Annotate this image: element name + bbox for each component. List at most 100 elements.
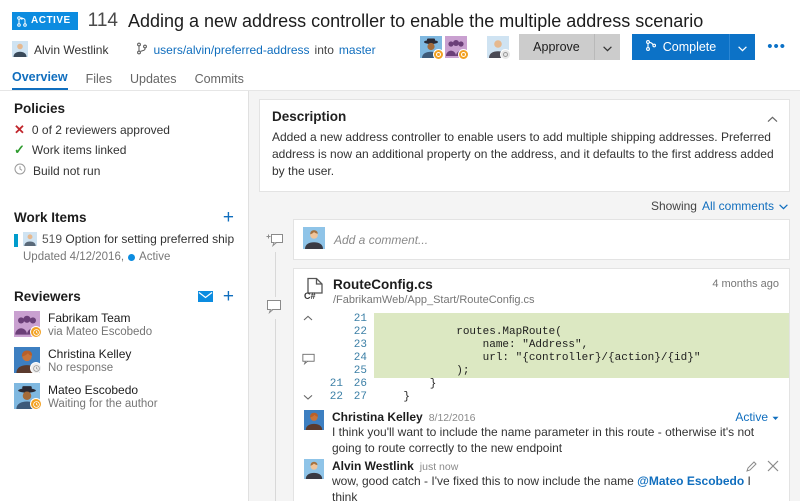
file-header: C# RouteConfig.cs /FabrikamWeb/App_Start… (294, 269, 789, 313)
reviewer-row-christina-kelley[interactable]: Christina Kelley No response (14, 347, 234, 375)
pending-badge (458, 49, 469, 60)
status-badge-label: ACTIVE (31, 15, 71, 27)
caret-down-icon (772, 410, 779, 424)
diff-code: name: "Address", (374, 339, 789, 352)
chevron-down-icon (738, 40, 747, 55)
approve-button[interactable]: Approve (519, 34, 594, 60)
diff-code: url: "{controller}/{action}/{id}" (374, 352, 789, 365)
comment-tools (745, 460, 779, 476)
tab-overview[interactable]: Overview (12, 70, 68, 90)
diff-old-line (322, 352, 348, 365)
status-badge: ACTIVE (12, 12, 78, 30)
target-branch-link[interactable]: master (339, 43, 376, 57)
diff-gutter (294, 365, 322, 378)
add-reviewer-button[interactable]: + (223, 290, 234, 304)
approve-dropdown-button[interactable] (594, 34, 620, 60)
diff-new-line: 22 (348, 326, 374, 339)
expand-down-icon[interactable] (294, 391, 322, 404)
diff-code: routes.MapRoute( (374, 326, 789, 339)
reviewers-header: Reviewers + (14, 289, 234, 304)
complete-button-label: Complete (663, 40, 717, 54)
tab-commits[interactable]: Commits (195, 72, 244, 90)
add-work-item-button[interactable]: + (223, 211, 234, 225)
diff-row: 21 (294, 313, 789, 326)
code-diff: 21 22 routes.MapRoute( (294, 313, 789, 404)
expand-up-icon[interactable] (294, 313, 322, 326)
discussion-area: Add a comment... C# (259, 219, 790, 501)
comment-item: Alvin Westlink just now wow, good catch … (304, 459, 779, 501)
pr-body: Policies ✕ 0 of 2 reviewers approved ✓ W… (0, 91, 800, 501)
diff-row: 24 url: "{controller}/{action}/{id}" (294, 352, 789, 365)
policy-item-reviewers: ✕ 0 of 2 reviewers approved (14, 123, 234, 137)
add-comment-icon[interactable] (266, 229, 284, 252)
comment-filter-select[interactable]: All comments (702, 199, 774, 213)
tab-updates[interactable]: Updates (130, 72, 177, 90)
policies-section: Policies ✕ 0 of 2 reviewers approved ✓ W… (0, 91, 248, 188)
csharp-file-icon: C# (304, 277, 326, 301)
comment-text-before: wow, good catch - I've fixed this to now… (332, 474, 637, 488)
into-label: into (315, 43, 334, 57)
reviewer-name: Fabrikam Team (48, 311, 152, 325)
reviewer-avatar-team[interactable] (445, 36, 467, 58)
comment-input[interactable]: Add a comment... (334, 233, 428, 247)
file-name[interactable]: RouteConfig.cs (333, 277, 535, 292)
reviewer-row-fabrikam-team[interactable]: Fabrikam Team via Mateo Escobedo (14, 311, 234, 339)
showing-label: Showing (651, 199, 697, 213)
work-items-section: Work Items + 519 Option for setting pref… (0, 188, 248, 267)
reviewer-row-mateo-escobedo[interactable]: Mateo Escobedo Waiting for the author (14, 383, 234, 411)
more-actions-button[interactable]: ••• (765, 40, 788, 54)
complete-dropdown-button[interactable] (729, 34, 755, 60)
work-item-text: 519 Option for setting preferred shippin… (42, 232, 234, 247)
diff-code (374, 313, 789, 326)
diff-comment-icon[interactable] (294, 352, 322, 365)
branch-info: users/alvin/preferred-address into maste… (136, 42, 375, 58)
main-content: Description Added a new address controll… (249, 91, 800, 501)
reviewers-section: Reviewers + (0, 267, 248, 423)
work-item-row[interactable]: 519 Option for setting preferred shippin… (14, 232, 234, 263)
branch-icon (136, 42, 148, 58)
chevron-down-icon[interactable] (779, 199, 788, 213)
comment-icon[interactable] (266, 297, 282, 319)
chevron-down-icon (603, 40, 612, 55)
tab-files[interactable]: Files (86, 72, 112, 90)
comment-timestamp: just now (420, 461, 459, 473)
complete-button[interactable]: Complete (632, 34, 730, 60)
diff-code: ); (374, 365, 789, 378)
avatar (304, 410, 324, 430)
diff-old-line: 21 (322, 378, 348, 391)
diff-new-line: 27 (348, 391, 374, 404)
pr-header: ACTIVE 114 Adding a new address controll… (0, 0, 800, 64)
diff-row: 22 27 } (294, 391, 789, 404)
chevron-up-icon[interactable] (767, 112, 778, 126)
diff-old-line (322, 326, 348, 339)
timeline-line (275, 237, 276, 501)
pr-tab-bar: Overview Files Updates Commits (0, 64, 800, 90)
new-comment-box[interactable]: Add a comment... (293, 219, 790, 260)
diff-new-line: 25 (348, 365, 374, 378)
policy-label: Build not run (33, 164, 100, 178)
pr-actions: Approve Complete (420, 34, 788, 60)
avatar (304, 459, 324, 479)
diff-row: 21 26 } (294, 378, 789, 391)
pending-badge (433, 49, 444, 60)
description-card: Description Added a new address controll… (259, 99, 790, 192)
clock-icon (14, 163, 26, 178)
work-item-type-bar (14, 234, 18, 247)
pr-author-name: Alvin Westlink (34, 43, 108, 57)
comment-author: Christina Kelley (332, 410, 423, 424)
thread-status-dropdown[interactable]: Active (735, 410, 779, 424)
reviewer-avatar-mateo[interactable] (420, 36, 442, 58)
description-title: Description (272, 109, 777, 124)
close-icon[interactable] (767, 460, 779, 476)
source-branch-link[interactable]: users/alvin/preferred-address (153, 43, 309, 57)
avatar (303, 227, 325, 252)
comment-text: wow, good catch - I've fixed this to now… (332, 473, 779, 501)
reviewer-name: Christina Kelley (48, 347, 131, 361)
pending-badge (30, 398, 42, 410)
edit-icon[interactable] (745, 460, 758, 476)
svg-text:C#: C# (304, 291, 316, 301)
user-mention[interactable]: @Mateo Escobedo (637, 474, 744, 488)
mail-icon[interactable] (198, 291, 213, 302)
reviewer-avatar-christina[interactable] (487, 36, 509, 58)
comment-text: I think you'll want to include the name … (332, 424, 779, 456)
